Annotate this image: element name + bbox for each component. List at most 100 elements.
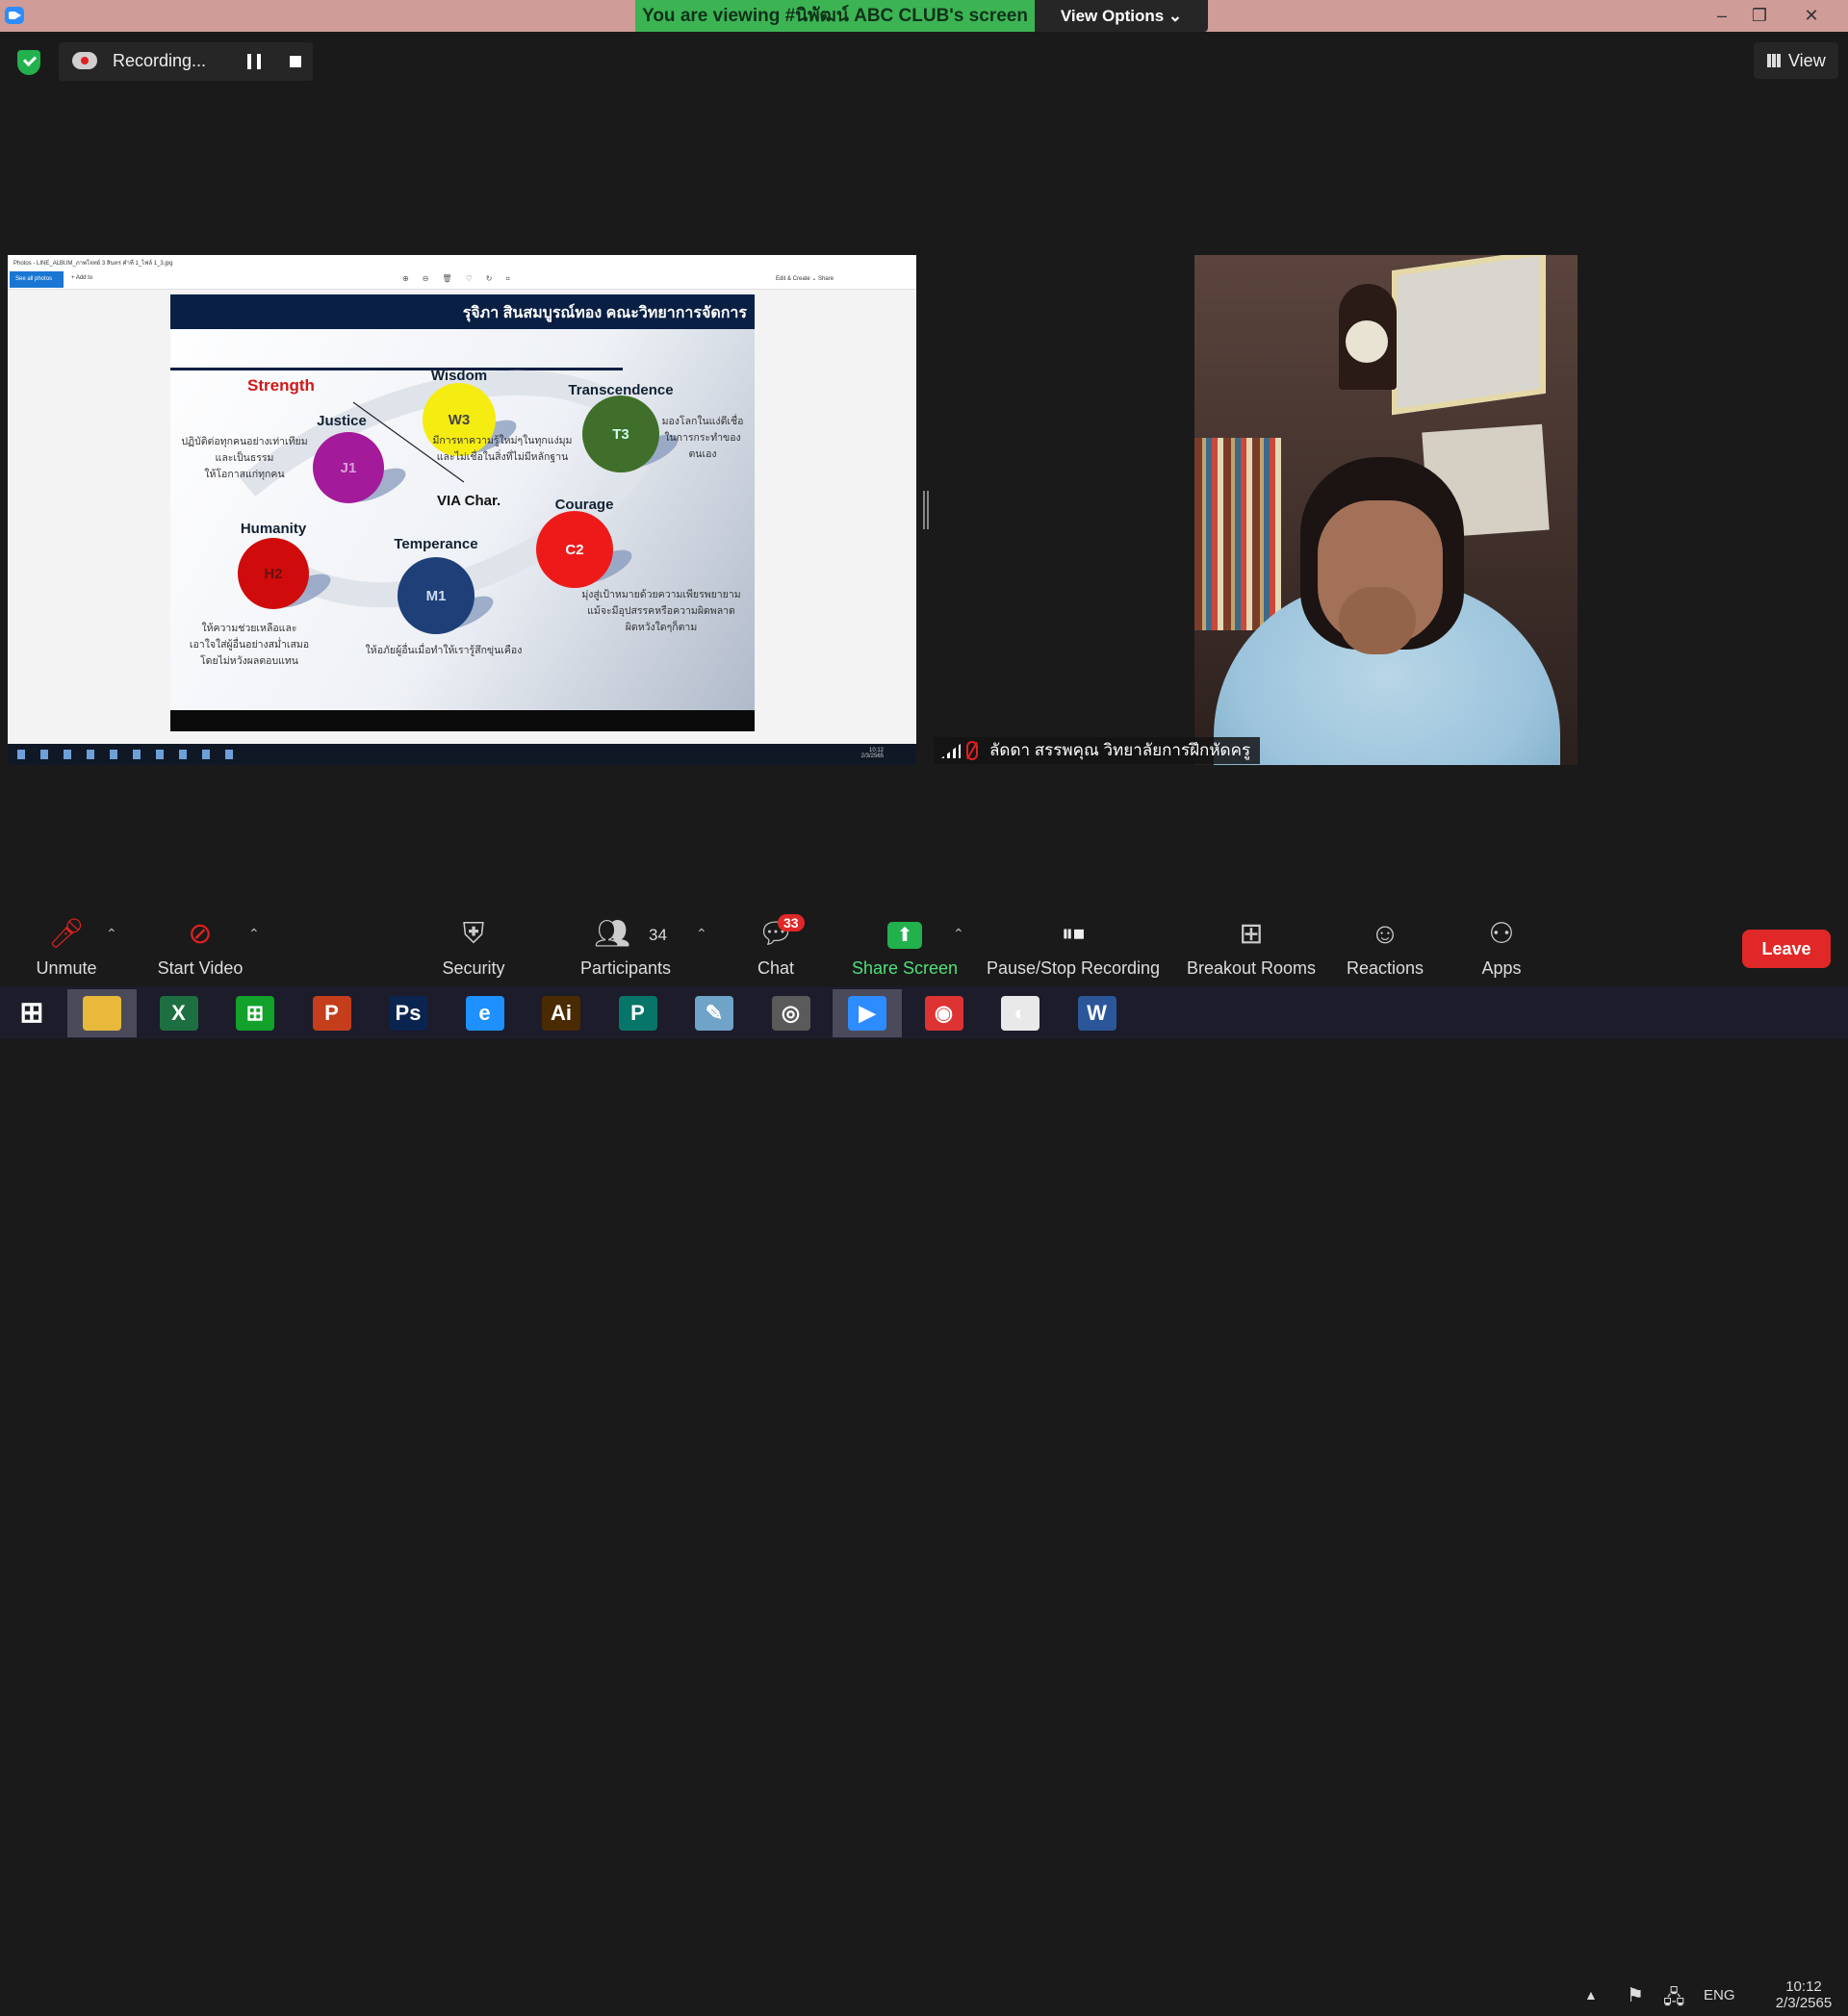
shared-clock: 10:12 2/3/2565	[861, 748, 884, 759]
participant-video	[1194, 255, 1578, 765]
audio-options-chevron-icon[interactable]: ⌃	[106, 926, 117, 942]
breakout-rooms-button[interactable]: ⊞ Breakout Rooms	[1182, 905, 1321, 985]
leave-button[interactable]: Leave	[1742, 930, 1831, 968]
unmute-button[interactable]: 🎤︎ Unmute	[19, 905, 114, 985]
apps-icon: ⚇	[1488, 918, 1515, 950]
view-label: View	[1788, 51, 1826, 70]
taskbar-file-explorer-button[interactable]	[67, 989, 137, 1037]
chrome-icon: ◉	[924, 996, 963, 1031]
photoshop-icon: Ps	[389, 996, 427, 1031]
taskbar-notepad-button[interactable]: ✎	[680, 989, 749, 1037]
view-layout-button[interactable]: View	[1754, 42, 1838, 79]
shared-clock-date: 2/3/2565	[860, 753, 884, 759]
photos-window-title: Photos - LINE_ALBUM_ภาพโจทย์ 3 สินทร คำท…	[8, 255, 916, 268]
viewing-banner: You are viewing #นิพัฒน์ ABC CLUB's scre…	[635, 0, 1035, 32]
participants-count: 34	[649, 926, 667, 944]
stop-recording-icon[interactable]	[290, 56, 301, 67]
illustrator-icon: Ai	[542, 996, 580, 1031]
share-screen-label: Share Screen	[851, 958, 959, 978]
share-options-chevron-icon[interactable]: ⌃	[953, 926, 964, 942]
see-all-photos-button[interactable]: See all photos	[10, 271, 64, 288]
file-explorer-icon	[83, 996, 121, 1031]
word-icon: W	[1077, 996, 1116, 1031]
view-options-label: View Options	[1060, 7, 1165, 25]
photos-icon: ◐	[1001, 996, 1040, 1031]
add-to-button[interactable]: + Add to	[71, 275, 92, 281]
system-clock[interactable]: 10:12 2/3/2565	[1767, 1978, 1840, 2011]
via-slide: รุจิภา สินสมบูรณ์ทอง คณะวิทยาการจัดการ S…	[170, 294, 755, 731]
minimize-button[interactable]: –	[1703, 0, 1741, 32]
share-screen-button[interactable]: ⬆ Share Screen	[847, 905, 962, 985]
participants-chevron-icon[interactable]: ⌃	[696, 926, 707, 942]
slide-footer	[170, 710, 755, 731]
taskbar-powerpoint-button[interactable]: P	[297, 989, 367, 1037]
action-center-flag-icon[interactable]: ⚑	[1627, 1983, 1644, 2007]
node-label-h2: H2	[264, 566, 282, 582]
photoscape-icon: ◎	[771, 996, 810, 1031]
taskbar-word-button[interactable]: W	[1063, 989, 1132, 1037]
taskbar-publisher-button[interactable]: P	[603, 989, 673, 1037]
notepad-icon: ✎	[695, 996, 733, 1031]
taskbar-chrome-button[interactable]: ◉	[910, 989, 979, 1037]
breakout-label: Breakout Rooms	[1186, 958, 1317, 978]
participants-label: Participants	[579, 958, 672, 978]
window-title-bar: You are viewing #นิพัฒน์ ABC CLUB's scre…	[0, 0, 1848, 32]
restore-button[interactable]: ❐	[1740, 0, 1779, 32]
people-icon: 👥︎	[593, 918, 631, 950]
view-options-button[interactable]: View Options ⌄	[1035, 0, 1208, 32]
taskbar-photoshop-button[interactable]: Ps	[373, 989, 443, 1037]
taskbar-excel-button[interactable]: X	[144, 989, 214, 1037]
strength-title: Strength	[247, 376, 315, 395]
taskbar-photoscape-button[interactable]: ◎	[757, 989, 826, 1037]
splitter-handle[interactable]	[923, 491, 929, 529]
video-clock-face	[1346, 320, 1388, 363]
reactions-button[interactable]: ☺ Reactions	[1342, 905, 1428, 985]
courage-desc-line: ผิดหวังใดๆก็ตาม	[626, 620, 698, 633]
security-shield-icon[interactable]	[17, 50, 40, 75]
recording-label: Recording...	[113, 51, 207, 70]
transcendence-desc-line: ในการกระทำของ	[664, 431, 740, 444]
node-title-m1: Temperance	[394, 536, 477, 552]
pause-recording-icon[interactable]	[247, 54, 261, 69]
start-button[interactable]: ⊞	[0, 989, 64, 1037]
humanity-desc-line: ให้ความช่วยเหลือและ	[201, 622, 296, 634]
participant-name: ลัดดา สรรพคุณ วิทยาลัยการฝึกหัดครู	[989, 741, 1251, 759]
taskbar-store-button[interactable]: ⊞	[220, 989, 290, 1037]
system-date: 2/3/2565	[1775, 1995, 1833, 2011]
transcendence-desc-line: ตนเอง	[688, 448, 716, 460]
smiley-icon: ☺	[1370, 918, 1400, 950]
tray-expand-icon[interactable]: ▲	[1584, 1987, 1598, 2003]
system-time: 10:12	[1785, 1978, 1822, 1995]
security-button[interactable]: ⛨ Security	[430, 905, 517, 985]
node-title-t3: Transcendence	[568, 382, 673, 398]
video-options-chevron-icon[interactable]: ⌃	[248, 926, 260, 942]
grid-icon	[1767, 54, 1782, 67]
network-icon[interactable]: 🖧︎	[1663, 1983, 1684, 2016]
chat-button[interactable]: 💬︎ 33 Chat	[747, 905, 805, 985]
taskbar-internet-explorer-button[interactable]: e	[450, 989, 520, 1037]
internet-explorer-icon: e	[465, 996, 504, 1031]
temperance-desc-line: ให้อภัยผู้อื่นเมื่อทำให้เรารู้สึกขุ่นเคื…	[366, 643, 523, 656]
language-indicator[interactable]: ENG	[1704, 1987, 1735, 2003]
edit-create-button[interactable]: Edit & Create ⌄ Share	[776, 275, 834, 282]
pause-stop-recording-button[interactable]: ⏸⏹ Pause/Stop Recording	[985, 905, 1162, 985]
windows-logo-icon: ⊞	[19, 997, 44, 1029]
start-video-label: Start Video	[157, 958, 244, 978]
photo-tools-icons[interactable]: ⊕⊖🗑♡↻⌗	[402, 274, 524, 284]
powerpoint-icon: P	[312, 996, 351, 1031]
video-off-icon: ⊘	[188, 918, 213, 950]
justice-desc-line: ให้โอกาสแก่ทุกคน	[204, 468, 284, 480]
apps-button[interactable]: ⚇ Apps	[1473, 905, 1530, 985]
start-video-button[interactable]: ⊘ Start Video	[142, 905, 258, 985]
justice-desc-line: ปฏิบัติต่อทุกคนอย่างเท่าเทียม	[181, 435, 307, 447]
taskbar-zoom-button[interactable]: ▶	[833, 989, 902, 1037]
signal-strength-icon	[941, 744, 961, 758]
share-arrow-icon: ⬆	[887, 922, 922, 949]
close-button[interactable]: ✕	[1792, 0, 1831, 32]
chat-label: Chat	[757, 958, 795, 978]
node-label-w3: W3	[449, 412, 471, 428]
shield-icon: ⛨	[462, 918, 485, 950]
participants-button[interactable]: 👥︎ 34 Participants	[573, 905, 679, 985]
taskbar-photos-button[interactable]: ◐	[986, 989, 1055, 1037]
taskbar-illustrator-button[interactable]: Ai	[526, 989, 596, 1037]
